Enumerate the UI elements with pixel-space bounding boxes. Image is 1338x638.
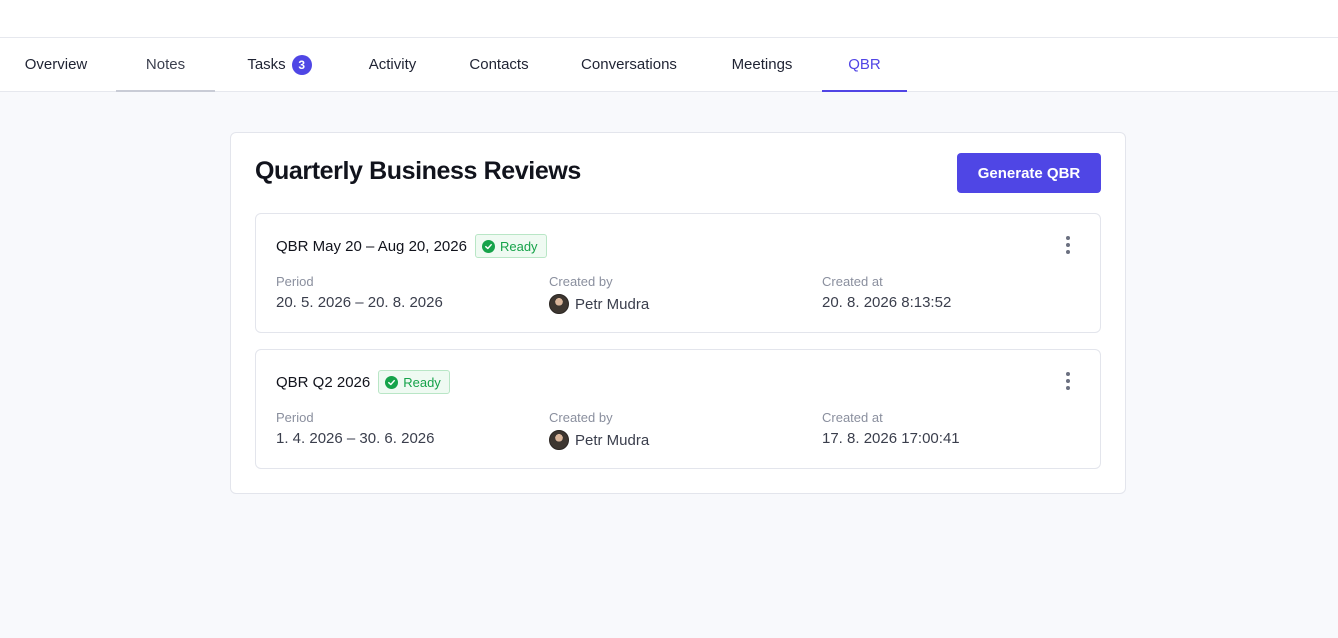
tab-meetings[interactable]: Meetings	[705, 38, 819, 91]
tab-bar: Overview Notes Tasks 3 Activity Contacts…	[0, 38, 1338, 92]
period-field: Period 20. 5. 2026 – 20. 8. 2026	[276, 274, 443, 311]
avatar	[549, 294, 569, 314]
period-value: 1. 4. 2026 – 30. 6. 2026	[276, 430, 435, 447]
qbr-card-title: QBR May 20 – Aug 20, 2026	[276, 237, 467, 255]
created-by-label: Created by	[549, 410, 613, 425]
tasks-count-badge: 3	[291, 54, 312, 75]
tab-qbr[interactable]: QBR	[822, 38, 907, 92]
created-by-value: Petr Mudra	[549, 430, 649, 450]
created-by-field: Created by Petr Mudra	[549, 274, 649, 314]
qbr-card-title: QBR Q2 2026	[276, 373, 371, 391]
check-circle-icon	[385, 375, 399, 389]
qbr-card-header: QBR May 20 – Aug 20, 2026 Ready	[276, 234, 547, 258]
tab-tasks[interactable]: Tasks 3	[219, 38, 340, 91]
status-label: Ready	[499, 238, 538, 254]
qbr-card-header: QBR Q2 2026 Ready	[276, 370, 450, 394]
tab-notes-label: Notes	[145, 56, 186, 73]
more-options-icon[interactable]	[1060, 234, 1076, 256]
created-at-label: Created at	[822, 410, 883, 425]
created-at-value: 20. 8. 2026 8:13:52	[822, 294, 952, 311]
created-at-field: Created at 17. 8. 2026 17:00:41	[822, 410, 960, 447]
created-by-field: Created by Petr Mudra	[549, 410, 649, 450]
created-at-value: 17. 8. 2026 17:00:41	[822, 430, 960, 447]
tab-overview-label: Overview	[24, 56, 88, 73]
generate-qbr-button[interactable]: Generate QBR	[957, 153, 1101, 193]
tab-qbr-label: QBR	[848, 56, 881, 73]
tab-contacts[interactable]: Contacts	[445, 38, 553, 91]
qbr-card[interactable]: QBR Q2 2026 Ready Period 1. 4. 2026 – 30…	[255, 349, 1101, 469]
top-bar	[0, 0, 1338, 38]
tab-activity-label: Activity	[368, 56, 417, 73]
period-label: Period	[276, 274, 314, 289]
tab-conversations-label: Conversations	[581, 56, 677, 73]
tab-notes[interactable]: Notes	[116, 38, 215, 92]
tab-contacts-label: Contacts	[469, 56, 529, 73]
more-options-icon[interactable]	[1060, 370, 1076, 392]
status-label: Ready	[403, 374, 441, 390]
tab-conversations[interactable]: Conversations	[557, 38, 701, 91]
check-circle-icon	[481, 239, 495, 253]
created-by-label: Created by	[549, 274, 613, 289]
period-value: 20. 5. 2026 – 20. 8. 2026	[276, 294, 443, 311]
creator-name: Petr Mudra	[575, 431, 650, 449]
avatar	[549, 430, 569, 450]
qbr-card[interactable]: QBR May 20 – Aug 20, 2026 Ready Period 2…	[255, 213, 1101, 333]
tab-meetings-label: Meetings	[731, 56, 793, 73]
tab-overview[interactable]: Overview	[0, 38, 112, 91]
tab-activity[interactable]: Activity	[344, 38, 441, 91]
created-by-value: Petr Mudra	[549, 294, 649, 314]
page-title: Quarterly Business Reviews	[255, 157, 581, 185]
qbr-panel: Quarterly Business Reviews Generate QBR …	[230, 132, 1126, 494]
tab-tasks-label: Tasks	[247, 56, 286, 73]
creator-name: Petr Mudra	[575, 295, 650, 313]
period-label: Period	[276, 410, 314, 425]
status-badge: Ready	[474, 234, 547, 258]
period-field: Period 1. 4. 2026 – 30. 6. 2026	[276, 410, 434, 447]
status-badge: Ready	[378, 370, 450, 394]
created-at-label: Created at	[822, 274, 883, 289]
created-at-field: Created at 20. 8. 2026 8:13:52	[822, 274, 951, 311]
